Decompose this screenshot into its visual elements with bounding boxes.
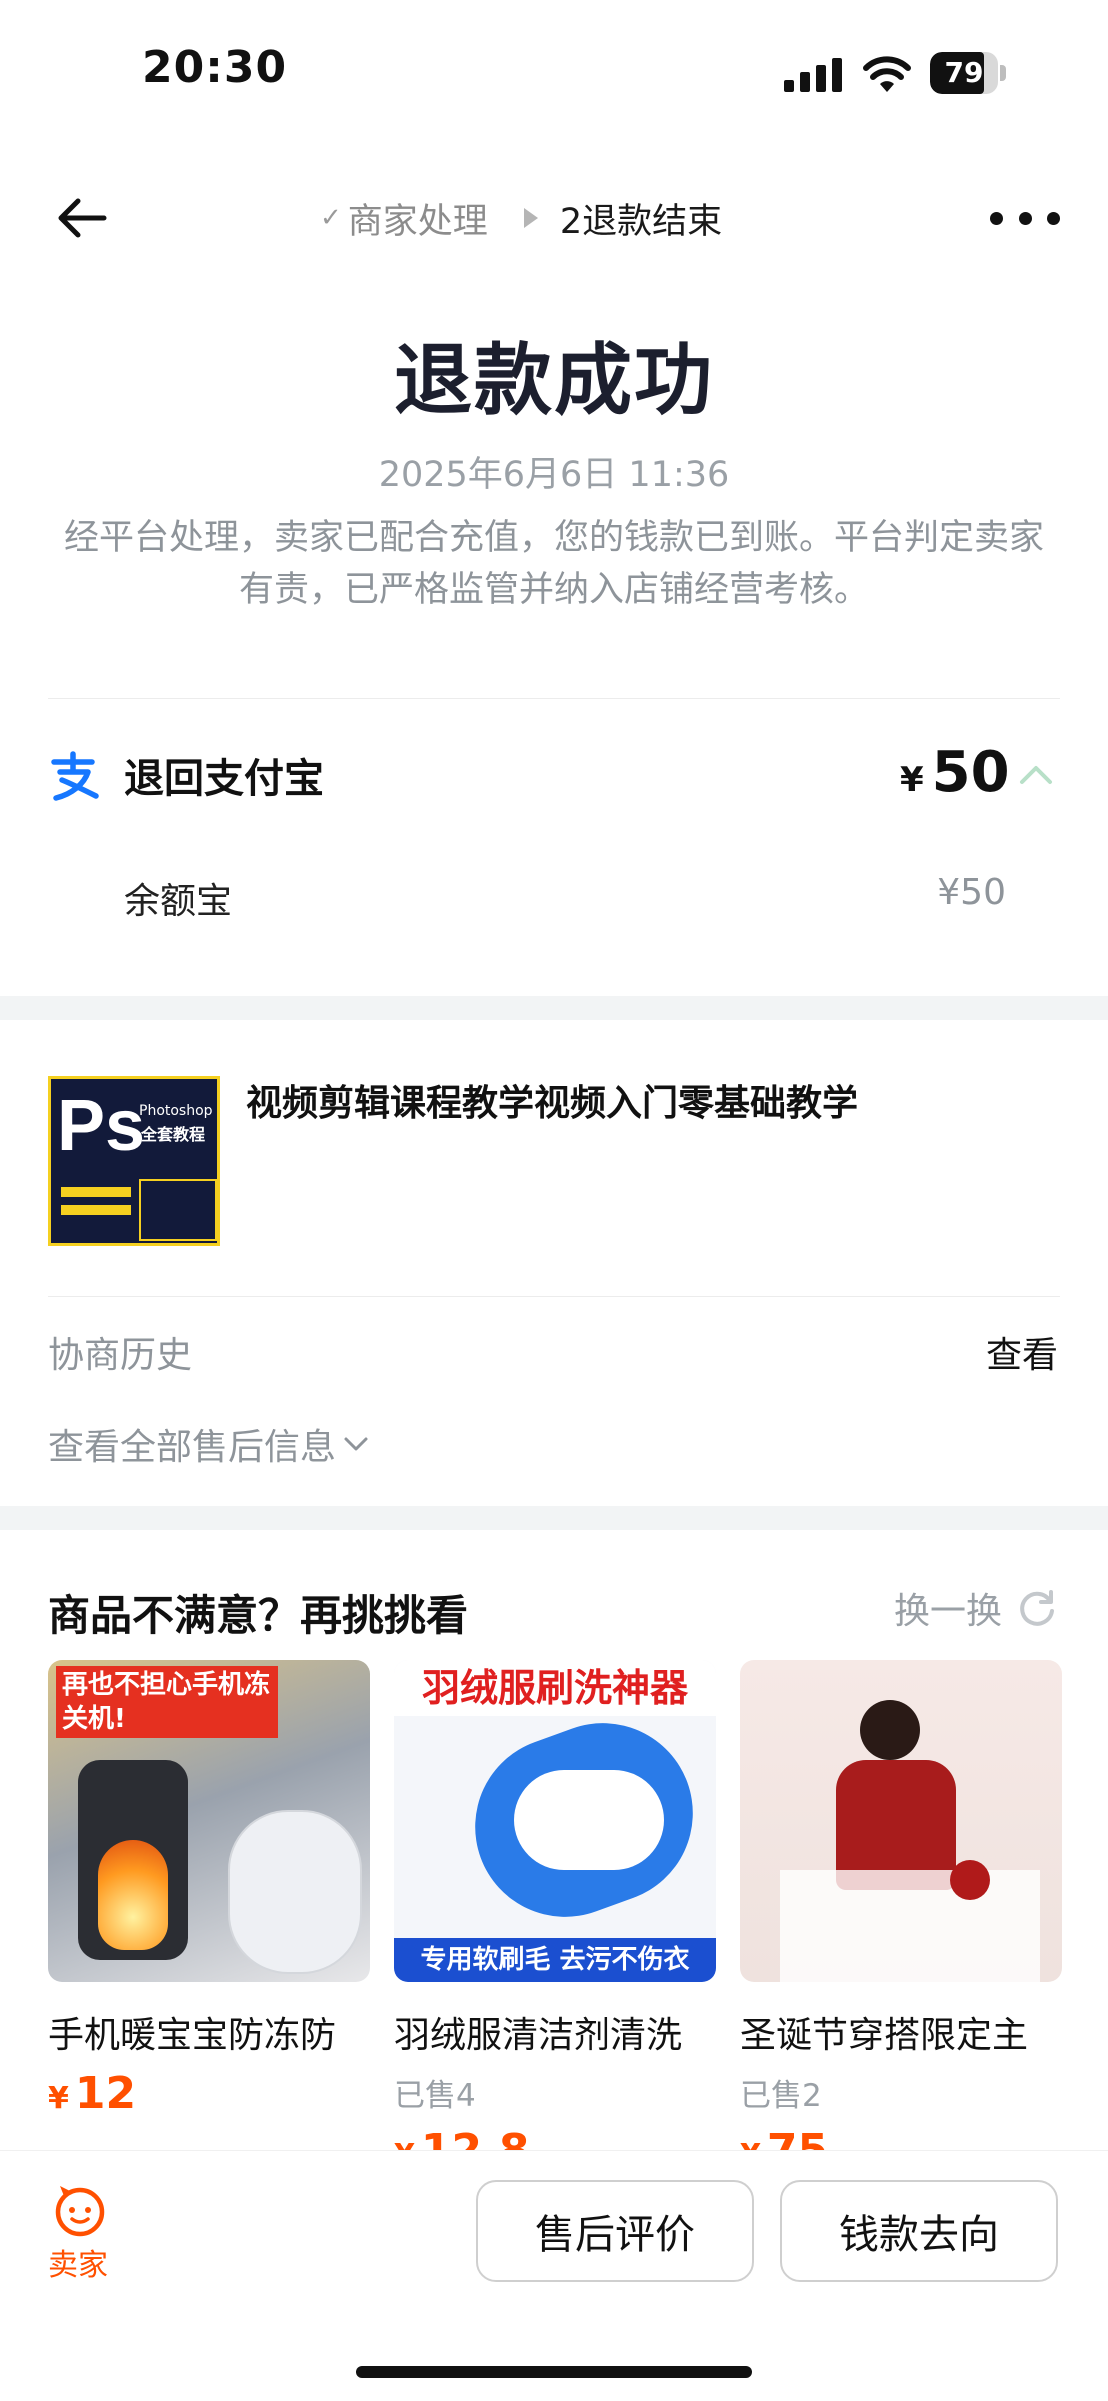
all-after-sales-info-link[interactable]: 查看全部售后信息: [48, 1418, 370, 1470]
refund-description: 经平台处理，卖家已配合充值，您的钱款已到账。平台判定卖家有责，已严格监管并纳入店…: [63, 518, 1044, 610]
sub-method: 余额宝: [124, 881, 233, 922]
sold-count: 已售4: [394, 2078, 476, 2114]
home-indicator: [356, 2366, 752, 2378]
all-info-label: 查看全部售后信息: [48, 1427, 337, 1468]
currency-symbol: ¥: [900, 760, 924, 800]
battery-indicator: 79: [930, 52, 1010, 94]
chevron-down-icon: [344, 1437, 368, 1451]
wifi-icon: [863, 56, 911, 92]
product-card[interactable]: 羽绒服刷洗神器 专用软刷毛 去污不伤衣 羽绒服清洁剂清洗 已售4 ¥ 12.8: [394, 1660, 716, 2176]
alipay-icon: [51, 751, 99, 801]
section-separator: [0, 1506, 1108, 1530]
divider: [48, 1296, 1060, 1297]
back-arrow-icon[interactable]: [54, 190, 110, 246]
sold-count: 已售2: [740, 2078, 822, 2114]
seller-icon[interactable]: [50, 2182, 110, 2238]
refresh-icon: [1020, 1590, 1054, 1626]
more-options-button[interactable]: [990, 196, 1060, 240]
product-name: 手机暖宝宝防冻防: [48, 2015, 337, 2056]
battery-percent: 79: [944, 56, 984, 89]
page-title: 退款成功: [393, 336, 714, 426]
seller-label[interactable]: 卖家: [48, 2240, 108, 2284]
cellular-signal-icon: [784, 58, 842, 92]
product-price: ¥ 12: [48, 2068, 137, 2119]
status-time: 20:30: [142, 42, 288, 93]
divider: [48, 698, 1060, 699]
check-icon: ✓: [320, 203, 342, 233]
step-refund-complete: 2退款结束: [559, 201, 723, 242]
product-image[interactable]: 再也不担心手机冻关机!: [48, 1660, 370, 1982]
product-image[interactable]: [740, 1660, 1062, 1982]
product-name: 羽绒服清洁剂清洗: [394, 2015, 683, 2056]
chevron-up-icon[interactable]: [1018, 760, 1054, 790]
dot-icon: [1018, 211, 1032, 225]
progress-steps: ✓ 商家处理 2退款结束: [320, 190, 722, 246]
step-arrow-icon: [523, 208, 538, 228]
refund-timestamp: 2025年6月6日 11:36: [378, 455, 730, 495]
negotiation-history-label: 协商历史: [48, 1335, 193, 1376]
refresh-label: 换一换: [893, 1591, 1002, 1632]
view-history-link[interactable]: 查看: [986, 1326, 1058, 1378]
product-title[interactable]: 视频剪辑课程教学视频入门零基础教学: [246, 1074, 1046, 1126]
product-image[interactable]: 羽绒服刷洗神器 专用软刷毛 去污不伤衣: [394, 1660, 716, 1982]
refund-method: 退回支付宝: [124, 756, 324, 802]
product-thumbnail[interactable]: Ps Photoshop 全套教程: [48, 1076, 220, 1246]
sub-amount: ¥50: [937, 872, 1006, 913]
after-sales-review-button[interactable]: 售后评价: [476, 2180, 754, 2282]
product-card[interactable]: 再也不担心手机冻关机! 手机暖宝宝防冻防 ¥ 12: [48, 1660, 370, 2119]
product-name: 圣诞节穿搭限定主: [740, 2015, 1029, 2056]
step-merchant-processing: 商家处理: [347, 201, 488, 242]
section-separator: [0, 996, 1108, 1020]
product-card[interactable]: 圣诞节穿搭限定主 已售2 ¥ 75: [740, 1660, 1062, 2176]
dot-icon: [990, 211, 1003, 225]
recommend-title: 商品不满意？再挑挑看: [48, 1591, 469, 1640]
dot-icon: [1047, 211, 1060, 225]
refresh-button[interactable]: 换一换: [894, 1582, 1058, 1634]
money-destination-button[interactable]: 钱款去向: [780, 2180, 1058, 2282]
amount-value: 50: [931, 740, 1010, 805]
refund-amount: ¥ 50: [900, 740, 1010, 805]
